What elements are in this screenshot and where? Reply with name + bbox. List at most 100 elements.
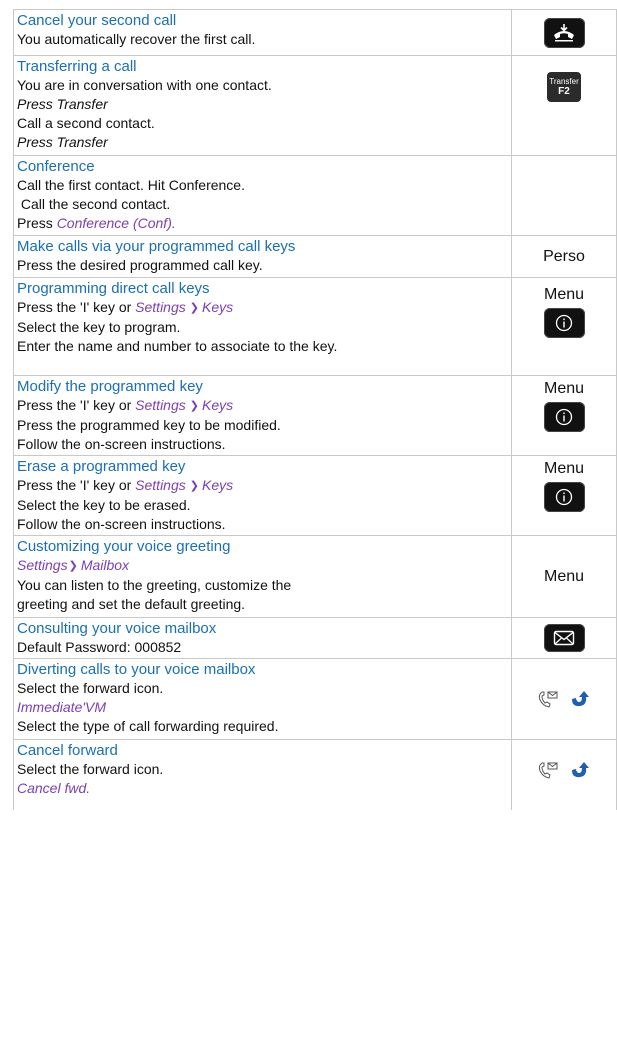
- text-cell: Consulting your voice mailbox Default Pa…: [13, 618, 512, 658]
- instruction-line: Press the programmed key to be modified.: [17, 417, 281, 433]
- info-icon: [555, 408, 573, 426]
- instruction-line: Press Conference (Conf).: [17, 214, 511, 233]
- menu-label: Menu: [543, 286, 585, 303]
- info-icon: [555, 314, 573, 332]
- instruction-line: Call the second contact.: [17, 196, 171, 212]
- text-cell: Customizing your voice greeting Settings…: [13, 536, 512, 617]
- instruction-line: Press Transfer: [17, 96, 108, 112]
- section-title: Cancel your second call: [17, 12, 177, 29]
- settings-path: Settings: [135, 477, 186, 493]
- chevron-right-icon: ❯: [189, 480, 199, 492]
- hang-up-key: [543, 17, 585, 48]
- instruction-line: Select the type of call forwarding requi…: [17, 718, 279, 734]
- hang-up-icon: [554, 23, 574, 41]
- section-title: Programming direct call keys: [17, 280, 210, 297]
- instruction-line: You automatically recover the first call…: [17, 31, 256, 47]
- info-icon: [555, 488, 573, 506]
- keys-path: Keys: [201, 299, 234, 315]
- section-title: Consulting your voice mailbox: [17, 620, 217, 637]
- press-prefix: Press the 'I' key or: [17, 397, 136, 413]
- menu-label: Menu: [543, 567, 585, 585]
- text-cell: Conference Call the first contact. Hit C…: [13, 156, 512, 235]
- chevron-right-icon: ❯: [68, 560, 78, 572]
- icon-cell: Menu: [512, 376, 617, 455]
- call-forward-icon: [538, 762, 558, 779]
- settings-path: Settings: [17, 557, 68, 573]
- chevron-right-icon: ❯: [189, 400, 199, 412]
- instruction-table: Cancel your second call You automaticall…: [13, 9, 617, 810]
- section-title: Erase a programmed key: [17, 458, 186, 475]
- icon-cell: Menu: [512, 278, 617, 375]
- settings-path: Settings: [135, 299, 186, 315]
- press-prefix: Press: [17, 215, 57, 231]
- mail-key: [543, 624, 585, 652]
- option-label: Cancel fwd.: [17, 780, 91, 796]
- table-row: Consulting your voice mailbox Default Pa…: [13, 618, 617, 659]
- menu-label: Menu: [543, 380, 585, 397]
- instruction-line: You are in conversation with one contact…: [17, 77, 272, 93]
- icon-cell: Perso: [512, 236, 617, 277]
- instruction-line: Select the forward icon.: [17, 761, 164, 777]
- instruction-line: Select the key to be erased.: [17, 497, 191, 513]
- forward-icons: [537, 760, 591, 780]
- icon-cell: Menu: [512, 456, 617, 535]
- text-cell: Erase a programmed key Press the 'I' key…: [13, 456, 512, 535]
- icon-cell: [512, 10, 617, 55]
- settings-path: Settings: [135, 397, 186, 413]
- icon-cell: Menu: [512, 536, 617, 617]
- section-title: Modify the programmed key: [17, 378, 203, 395]
- text-cell: Cancel forward Select the forward icon. …: [13, 740, 512, 810]
- table-row: Cancel your second call You automaticall…: [13, 10, 617, 56]
- keys-path: Keys: [201, 397, 234, 413]
- envelope-icon: [553, 630, 575, 646]
- table-row: Transferring a call You are in conversat…: [13, 56, 617, 156]
- chevron-right-icon: ❯: [189, 302, 199, 314]
- transfer-key-function: F2: [558, 86, 570, 97]
- instruction-line: Press the 'I' key or Settings ❯ Keys: [17, 396, 511, 416]
- menu-label: Menu: [543, 460, 585, 477]
- info-key: [543, 402, 585, 432]
- instruction-line: Press the 'I' key or Settings ❯ Keys: [17, 298, 511, 318]
- icon-cell: [512, 659, 617, 739]
- option-label: Immediate'VM: [17, 699, 107, 715]
- forward-arrow-icon: [572, 691, 589, 707]
- section-title: Cancel forward: [17, 742, 118, 759]
- table-row: Erase a programmed key Press the 'I' key…: [13, 456, 617, 536]
- transfer-key: Transfer F2: [547, 72, 581, 102]
- text-cell: Modify the programmed key Press the 'I' …: [13, 376, 512, 455]
- text-cell: Make calls via your programmed call keys…: [13, 236, 512, 277]
- table-row: Cancel forward Select the forward icon. …: [13, 740, 617, 810]
- table-row: Make calls via your programmed call keys…: [13, 236, 617, 278]
- text-cell: Diverting calls to your voice mailbox Se…: [13, 659, 512, 739]
- section-title: Diverting calls to your voice mailbox: [17, 661, 256, 678]
- instruction-line: Press the desired programmed call key.: [17, 257, 263, 273]
- press-prefix: Press the 'I' key or: [17, 299, 136, 315]
- instruction-line: Call a second contact.: [17, 115, 155, 131]
- table-row: Conference Call the first contact. Hit C…: [13, 156, 617, 236]
- instruction-line: Follow the on-screen instructions.: [17, 436, 226, 452]
- instruction-line: Enter the name and number to associate t…: [17, 338, 338, 354]
- icon-cell: Transfer F2: [512, 56, 617, 155]
- table-row: Customizing your voice greeting Settings…: [13, 536, 617, 618]
- section-title: Conference: [17, 158, 95, 175]
- info-key: [543, 482, 585, 512]
- keys-path: Keys: [201, 477, 234, 493]
- section-title: Transferring a call: [17, 58, 137, 75]
- info-key: [543, 308, 585, 338]
- forward-icons: [537, 689, 591, 709]
- mailbox-path: Mailbox: [80, 557, 130, 573]
- section-title: Make calls via your programmed call keys: [17, 238, 296, 255]
- perso-label: Perso: [543, 247, 585, 265]
- instruction-line: Press the 'I' key or Settings ❯ Keys: [17, 476, 511, 496]
- text-cell: Programming direct call keys Press the '…: [13, 278, 512, 375]
- instruction-line: Settings❯ Mailbox: [17, 556, 511, 576]
- call-forward-icon: [538, 691, 558, 708]
- section-title: Customizing your voice greeting: [17, 538, 231, 555]
- forward-arrow-icon: [572, 762, 589, 778]
- icon-cell: [512, 156, 617, 235]
- icon-cell: [512, 740, 617, 810]
- table-row: Programming direct call keys Press the '…: [13, 278, 617, 376]
- text-cell: Cancel your second call You automaticall…: [13, 10, 512, 55]
- press-prefix: Press the 'I' key or: [17, 477, 136, 493]
- instruction-line: Select the forward icon.: [17, 680, 164, 696]
